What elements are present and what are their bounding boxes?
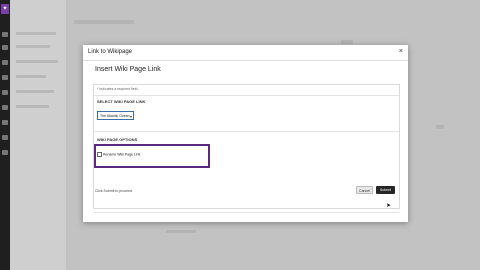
nav-item-placeholder <box>16 90 54 93</box>
link-to-wikipage-dialog: Link to Wikipage × Insert Wiki Page Link… <box>83 45 408 222</box>
app-logo[interactable]: ✦ <box>1 4 9 14</box>
footer-divider <box>94 212 399 213</box>
section-divider <box>94 95 399 96</box>
content-placeholder <box>74 20 134 24</box>
dialog-heading: Insert Wiki Page Link <box>95 66 161 73</box>
options-section-label: WIKI PAGE OPTIONS <box>97 137 138 142</box>
wiki-page-select[interactable]: The Atlantic Ocean ▾ <box>97 111 134 120</box>
nav-item-placeholder <box>16 75 46 78</box>
cancel-button[interactable]: Cancel <box>356 186 373 194</box>
title-divider <box>83 60 408 61</box>
chevron-down-icon: ▾ <box>129 114 132 119</box>
form-panel: * Indicates a required field. SELECT WIK… <box>93 84 400 213</box>
nav-icon[interactable] <box>2 150 8 155</box>
highlight-annotation <box>94 144 210 168</box>
app-sidebar: ✦ <box>0 0 10 270</box>
selected-page-value: The Atlantic Ocean <box>100 114 130 118</box>
nav-icon[interactable] <box>2 45 8 50</box>
section-divider <box>94 131 399 132</box>
status-text: Click Submit to proceed. <box>95 189 133 193</box>
nav-icon[interactable] <box>2 32 8 37</box>
nav-item-placeholder <box>16 32 56 35</box>
nav-icon[interactable] <box>2 135 8 140</box>
nav-icon[interactable] <box>2 120 8 125</box>
nav-icon[interactable] <box>2 75 8 80</box>
content-placeholder <box>341 40 353 44</box>
nav-icon[interactable] <box>2 105 8 110</box>
nav-icon[interactable] <box>2 60 8 65</box>
close-icon[interactable]: × <box>399 48 403 55</box>
submit-button[interactable]: Submit <box>376 186 395 194</box>
content-placeholder <box>436 125 444 129</box>
course-nav-panel <box>10 0 66 270</box>
nav-item-placeholder <box>16 45 50 48</box>
content-placeholder <box>166 230 196 233</box>
nav-icon[interactable] <box>2 90 8 95</box>
required-note: * Indicates a required field. <box>97 87 139 91</box>
dialog-title: Link to Wikipage <box>88 49 133 55</box>
nav-item-placeholder <box>16 60 58 63</box>
select-section-label: SELECT WIKI PAGE LINK <box>97 99 146 104</box>
mouse-cursor-icon: ➤ <box>386 203 392 209</box>
nav-item-placeholder <box>16 105 49 108</box>
